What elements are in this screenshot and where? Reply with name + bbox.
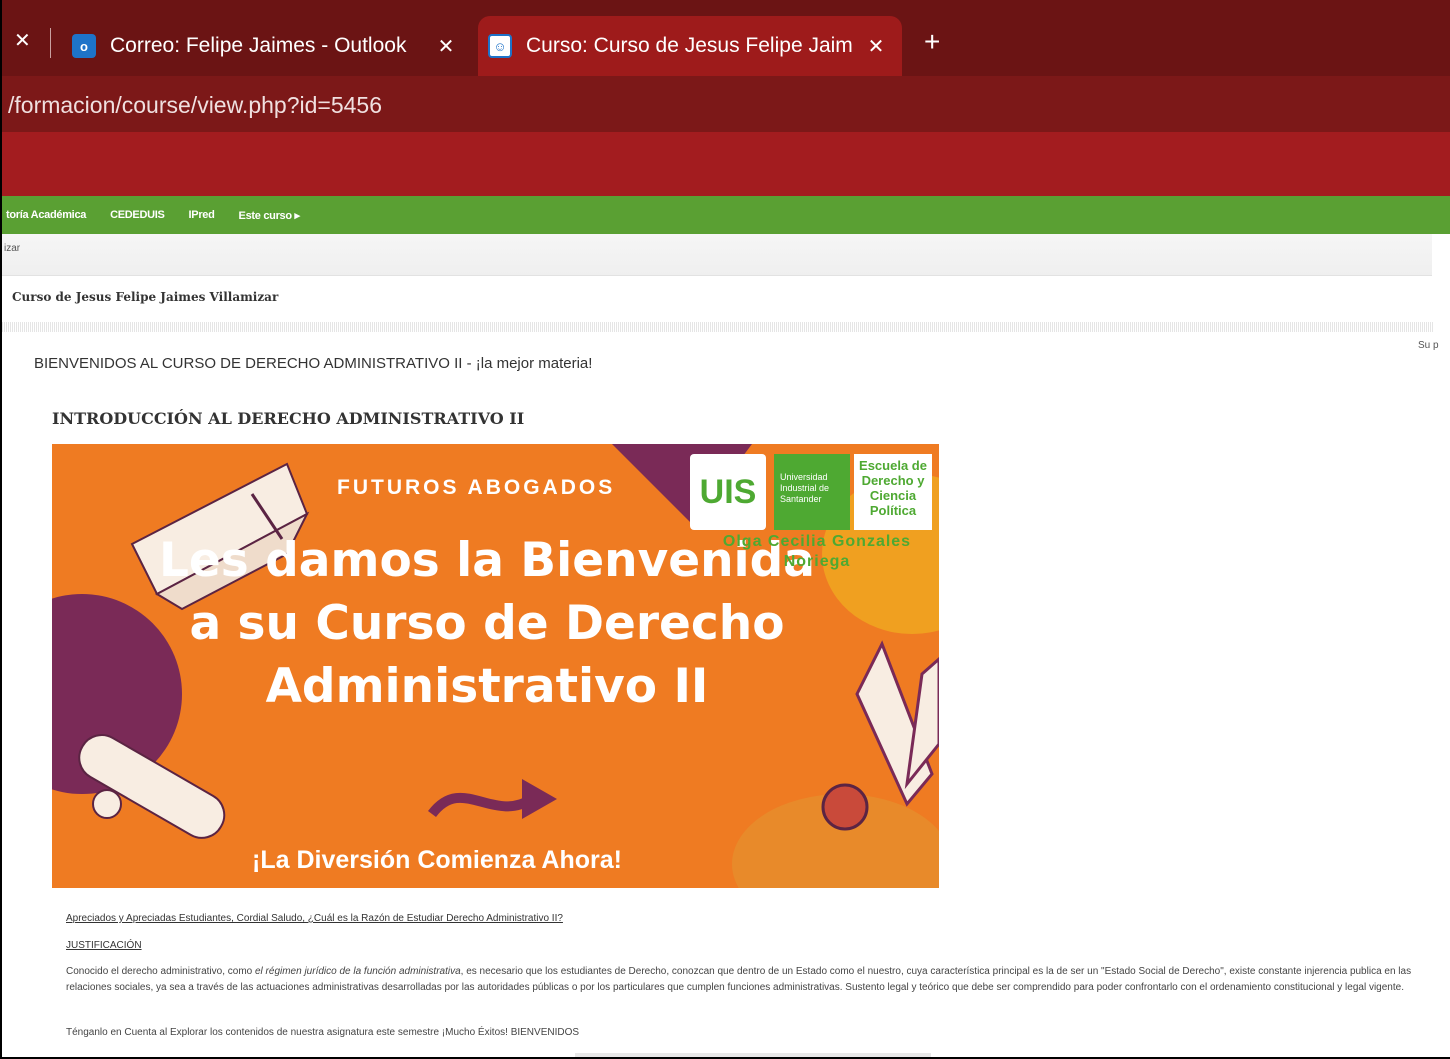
divider xyxy=(2,322,1434,332)
embedded-content-bar xyxy=(575,1053,931,1057)
arrow-icon xyxy=(428,792,535,818)
section-title: INTRODUCCIÓN AL DERECHO ADMINISTRATIVO I… xyxy=(52,409,525,428)
school-name: Escuela de Derecho y Ciencia Política xyxy=(854,454,932,530)
nav-item-este-curso[interactable]: Este curso ▸ xyxy=(239,209,301,222)
tab-separator xyxy=(50,28,51,58)
justification-em: el régimen jurídico de la función admini… xyxy=(254,966,461,977)
breadcrumb-text[interactable]: izar xyxy=(4,243,20,254)
tab-course[interactable]: ☺ Curso: Curso de Jesus Felipe Jaim ✕ xyxy=(478,16,902,76)
banner-footer: ¡La Diversión Comienza Ahora! xyxy=(252,846,622,874)
welcome-banner: FUTUROS ABOGADOS Les damos la Bienvenida… xyxy=(52,444,939,888)
breadcrumb-strip: izar xyxy=(2,234,1432,276)
outlook-icon: o xyxy=(72,34,96,58)
professor-name: Olga Cecilia Gonzales Noriega xyxy=(722,533,912,570)
new-tab-icon[interactable]: + xyxy=(924,28,940,56)
address-bar[interactable]: /formacion/course/view.php?id=5456 xyxy=(2,76,1450,132)
browser-window: ✕ o Correo: Felipe Jaimes - Outlook ✕ ☺ … xyxy=(0,0,1450,1059)
tab-title: Curso: Curso de Jesus Felipe Jaim xyxy=(526,34,853,57)
tab-bar: ✕ o Correo: Felipe Jaimes - Outlook ✕ ☺ … xyxy=(2,0,1450,76)
justification-link[interactable]: JUSTIFICACIÓN xyxy=(66,940,142,951)
nav-item-cededuis[interactable]: CEDEDUIS xyxy=(110,209,165,221)
moodle-icon: ☺ xyxy=(488,34,512,58)
close-icon[interactable]: ✕ xyxy=(432,34,460,59)
url-text[interactable]: /formacion/course/view.php?id=5456 xyxy=(8,92,382,119)
site-header xyxy=(2,132,1450,196)
nav-item-ipred[interactable]: IPred xyxy=(189,209,215,221)
side-snippet: Su p xyxy=(1418,340,1439,351)
course-nav: toría Académica CEDEDUIS IPred Este curs… xyxy=(2,196,1450,234)
arrow-head xyxy=(522,779,557,819)
banner-kicker: FUTUROS ABOGADOS xyxy=(337,476,616,499)
question-link[interactable]: Apreciados y Apreciadas Estudiantes, Cor… xyxy=(66,913,563,924)
university-name: Universidad Industrial de Santander xyxy=(774,454,850,530)
tab-outlook[interactable]: o Correo: Felipe Jaimes - Outlook ✕ xyxy=(62,16,472,76)
justification-before: Conocido el derecho administrativo, como xyxy=(66,966,255,977)
close-tab-icon[interactable]: ✕ xyxy=(14,28,31,53)
tab-title: Correo: Felipe Jaimes - Outlook xyxy=(110,34,407,57)
nav-item-tutoria[interactable]: toría Académica xyxy=(6,209,86,221)
justification-paragraph: Conocido el derecho administrativo, como… xyxy=(66,964,1434,996)
close-icon[interactable]: ✕ xyxy=(862,34,890,59)
welcome-text: BIENVENIDOS AL CURSO DE DERECHO ADMINIST… xyxy=(34,355,593,372)
closing-paragraph: Ténganlo en Cuenta al Explorar los conte… xyxy=(66,1027,580,1038)
uis-logo: UIS xyxy=(690,454,766,530)
course-heading: Curso de Jesus Felipe Jaimes Villamizar xyxy=(12,290,279,304)
